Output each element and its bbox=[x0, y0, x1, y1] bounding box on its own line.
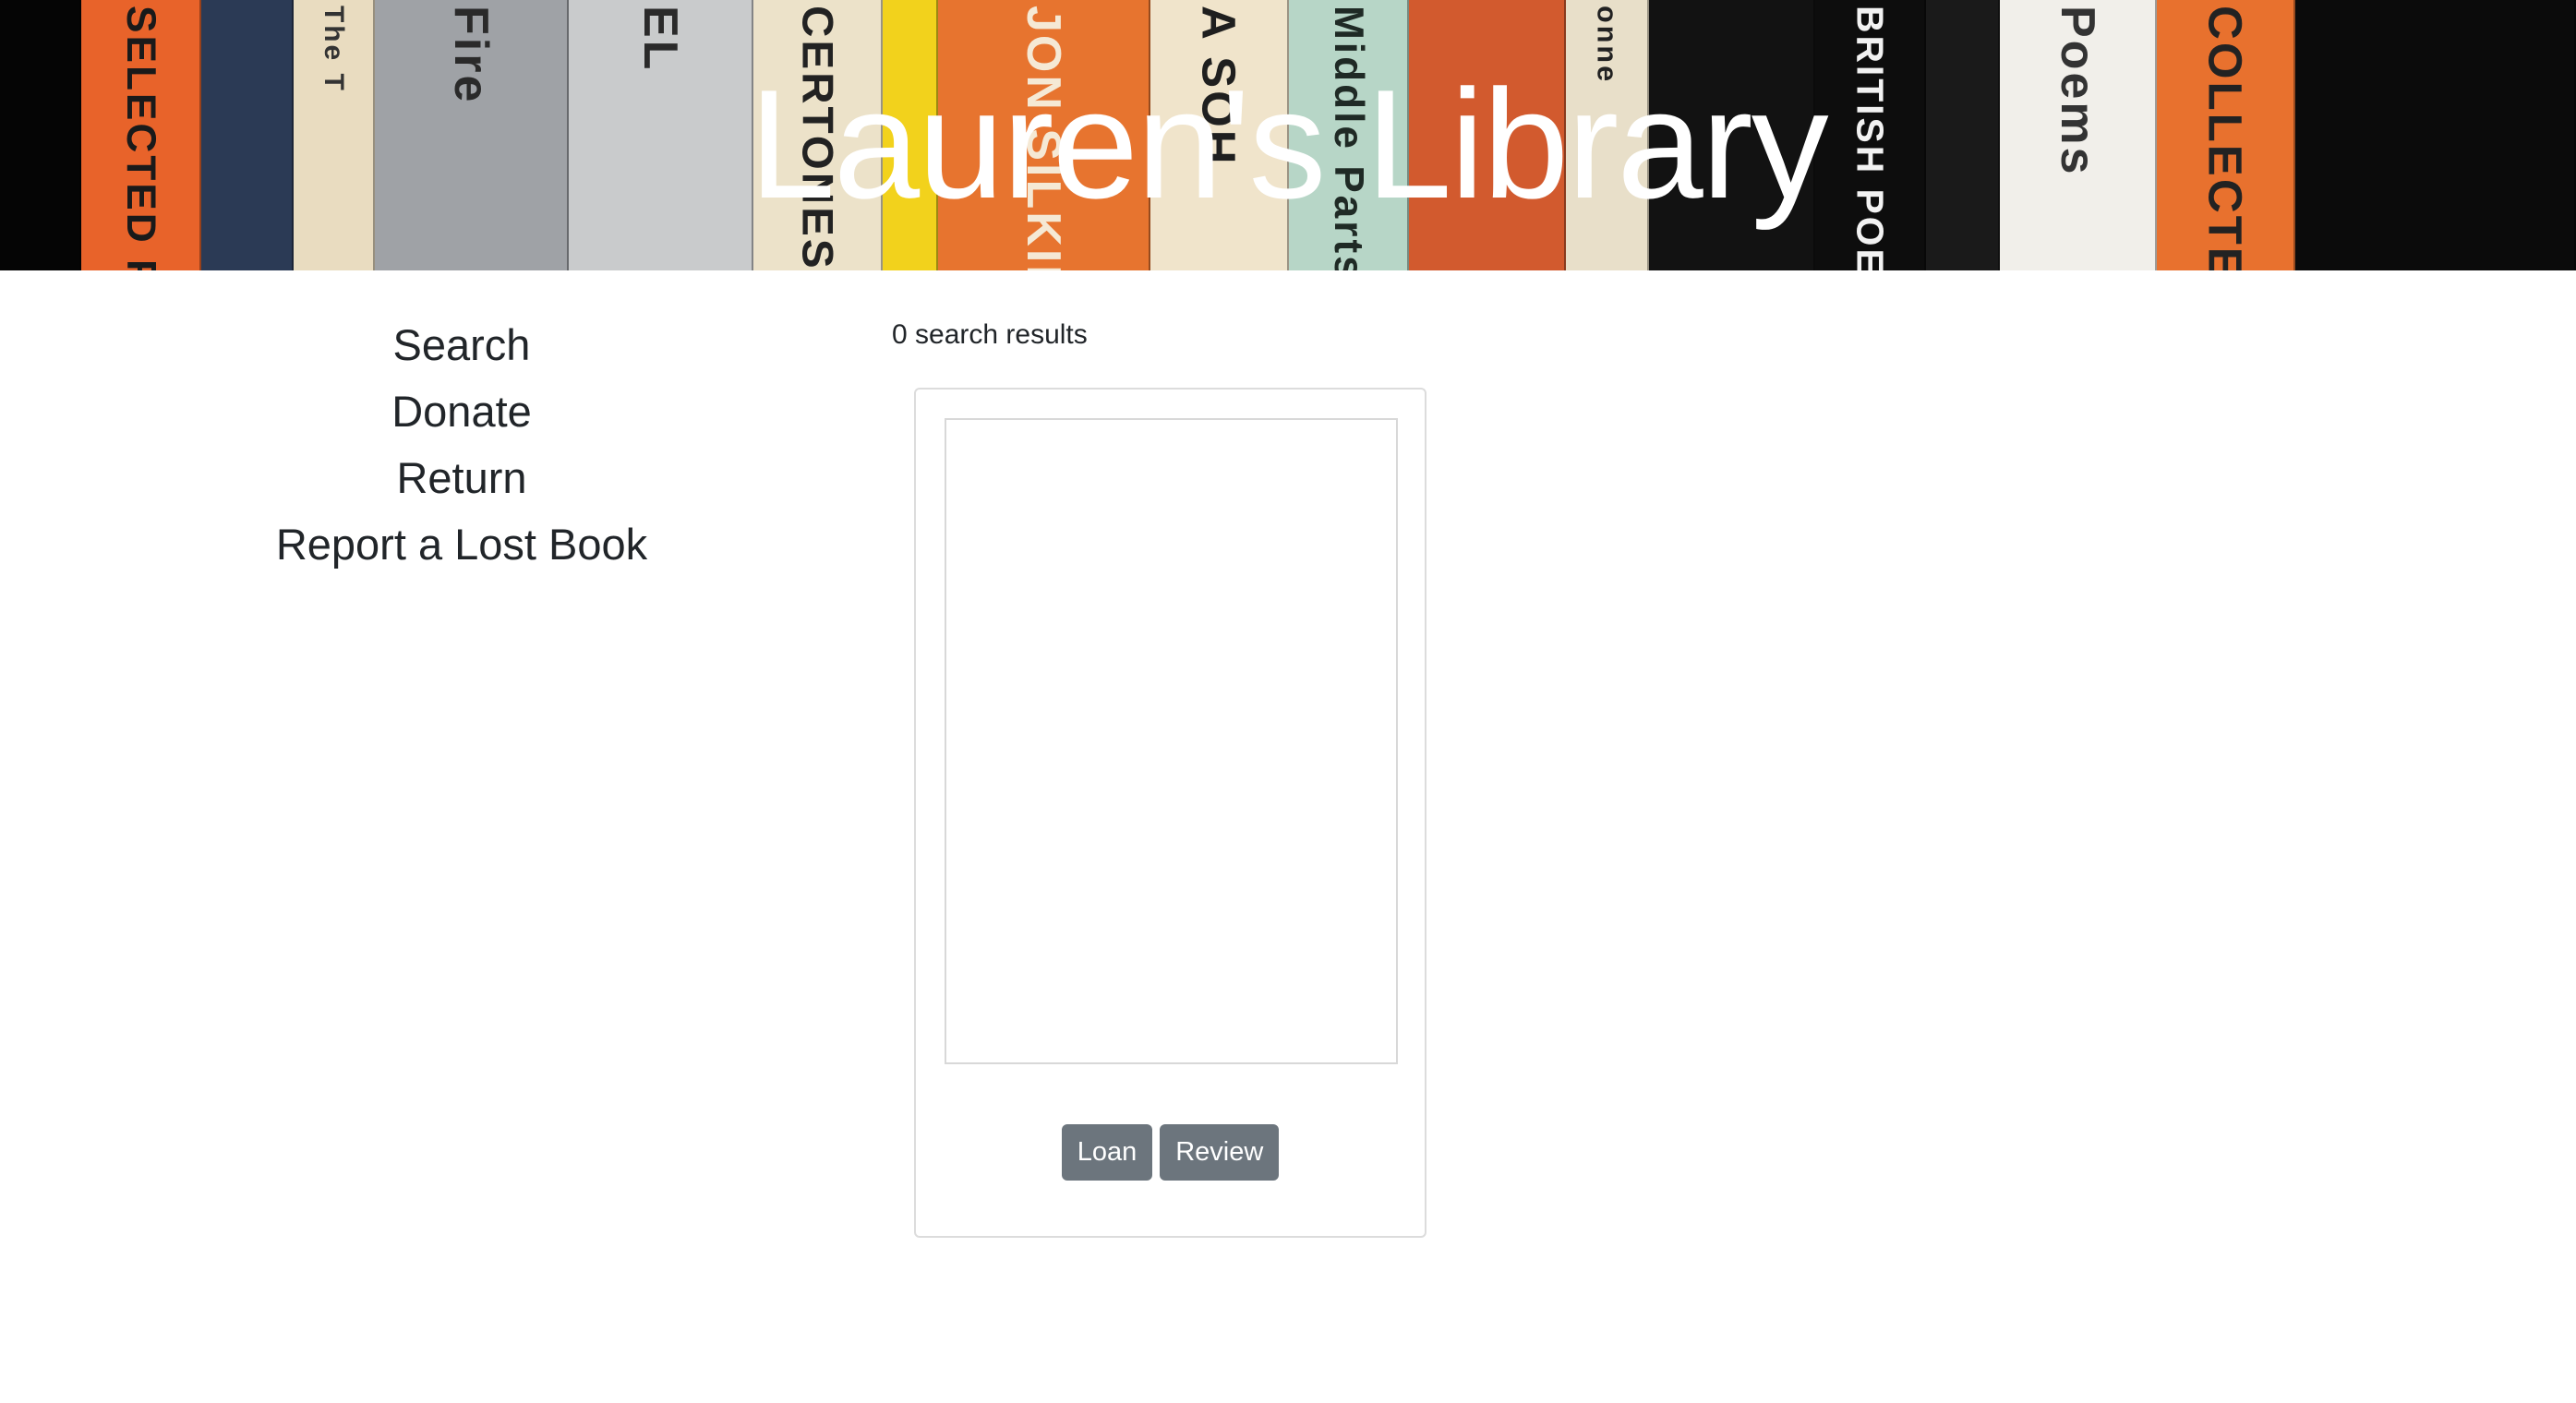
header-banner: SELECTED POEMS The T Fire EL CERTONES OF JON … bbox=[0, 0, 2576, 270]
loan-button[interactable]: Loan bbox=[1061, 1124, 1153, 1181]
review-button[interactable]: Review bbox=[1160, 1124, 1280, 1181]
page-title: Lauren's Library bbox=[749, 57, 1828, 231]
sidebar-nav: Search Donate Return Report a Lost Book bbox=[185, 312, 739, 578]
sidebar-item-search[interactable]: Search bbox=[393, 312, 531, 378]
book-card: Loan Review bbox=[914, 388, 1426, 1238]
book-cover-image bbox=[945, 418, 1398, 1064]
sidebar-item-donate[interactable]: Donate bbox=[391, 378, 532, 445]
sidebar-item-return[interactable]: Return bbox=[396, 445, 526, 511]
card-actions: Loan Review bbox=[916, 1124, 1425, 1181]
sidebar-item-report-lost-book[interactable]: Report a Lost Book bbox=[276, 511, 647, 578]
search-results-count: 0 search results bbox=[892, 319, 1088, 350]
